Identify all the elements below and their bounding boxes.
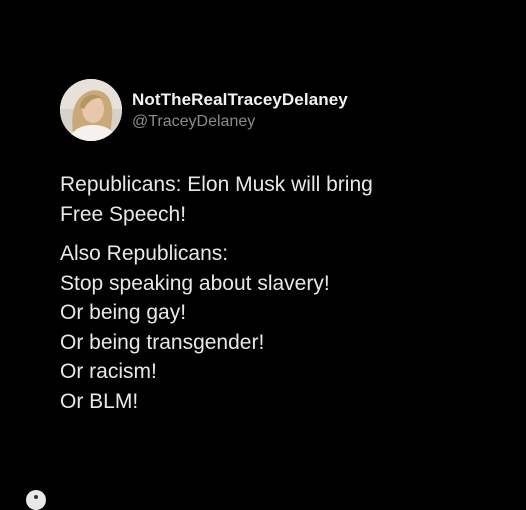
tweet-card: NotTheRealTraceyDelaney @TraceyDelaney R… bbox=[0, 0, 526, 510]
tweet-line: Stop speaking about slavery! bbox=[60, 271, 330, 295]
tweet-text: Republicans: Elon Musk will bring Free S… bbox=[60, 170, 500, 416]
location-pin-icon bbox=[26, 490, 46, 510]
profile-photo-icon bbox=[60, 79, 122, 141]
tweet-line: Republicans: Elon Musk will bring bbox=[60, 173, 373, 196]
tweet-line: Or racism! bbox=[60, 360, 157, 383]
tweet-line: Free Speech! bbox=[60, 202, 187, 226]
author-block: NotTheRealTraceyDelaney @TraceyDelaney bbox=[132, 90, 348, 132]
avatar[interactable] bbox=[60, 79, 122, 141]
tweet-line: Or being transgender! bbox=[60, 330, 265, 354]
tweet-line: Or being gay! bbox=[60, 301, 187, 324]
user-handle[interactable]: @TraceyDelaney bbox=[132, 112, 348, 132]
tweet-paragraph-2: Also Republicans: Stop speaking about sl… bbox=[60, 239, 500, 416]
tweet-paragraph-1: Republicans: Elon Musk will bring Free S… bbox=[60, 170, 500, 229]
tweet-line: Also Republicans: bbox=[60, 242, 229, 265]
tweet-line: Or BLM! bbox=[60, 389, 139, 413]
display-name[interactable]: NotTheRealTraceyDelaney bbox=[132, 90, 348, 110]
